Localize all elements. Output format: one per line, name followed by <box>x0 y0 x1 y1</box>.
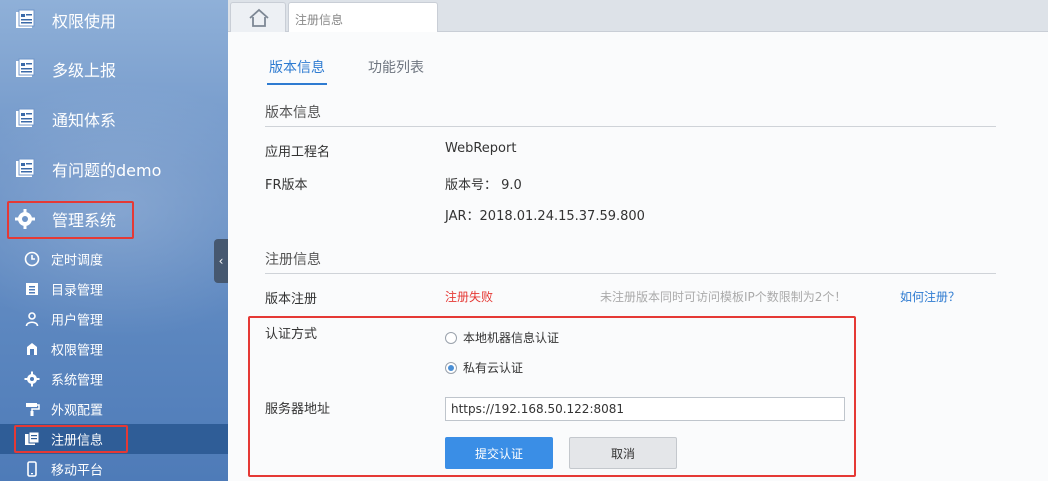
sidebar-item-label: 多级上报 <box>52 61 117 80</box>
cancel-button[interactable]: 取消 <box>569 437 677 469</box>
sidebar-item-label: 有问题的demo <box>52 161 162 180</box>
report-icon <box>16 9 35 28</box>
clock-icon <box>24 251 40 267</box>
permission-icon <box>27 343 37 355</box>
app-name-label: 应用工程名 <box>265 145 331 160</box>
sidebar-collapse-toggle[interactable]: ‹ <box>214 239 228 283</box>
paint-roller-icon <box>26 403 40 416</box>
sidebar-item-problem-demo[interactable]: 有问题的demo <box>0 149 228 189</box>
divider <box>265 273 996 274</box>
fr-version-label: FR版本 <box>265 178 308 193</box>
auth-option-local[interactable]: 本地机器信息认证 <box>445 329 559 346</box>
report-icon <box>16 158 35 177</box>
sidebar-item-label: 系统管理 <box>51 373 104 389</box>
sidebar-item-label: 通知体系 <box>52 111 117 130</box>
submit-auth-button[interactable]: 提交认证 <box>445 437 553 469</box>
sidebar-item-register-info[interactable]: 注册信息 <box>0 424 228 454</box>
sidebar-item-label: 权限使用 <box>52 12 117 31</box>
user-icon <box>25 312 39 327</box>
register-hint: 未注册版本同时可访问模板IP个数限制为2个！ <box>600 290 847 304</box>
server-address-input[interactable] <box>445 397 845 421</box>
sidebar-item-label: 外观配置 <box>51 403 104 419</box>
sidebar-item-permission-use[interactable]: 权限使用 <box>0 0 228 40</box>
report-icon <box>16 58 35 77</box>
tab-label: 注册信息 <box>295 13 344 27</box>
how-to-register-link[interactable]: 如何注册？ <box>900 288 960 305</box>
sidebar-item-scheduled-task[interactable]: 定时调度 <box>0 244 228 274</box>
register-status: 注册失败 <box>445 290 494 304</box>
auth-method-label: 认证方式 <box>265 327 318 342</box>
section-title-version: 版本信息 <box>265 105 321 121</box>
sidebar-item-label: 目录管理 <box>51 283 104 299</box>
auth-option-private-cloud[interactable]: 私有云认证 <box>445 359 523 376</box>
tab-register-info[interactable]: 注册信息 <box>288 2 438 33</box>
sidebar-item-user-management[interactable]: 用户管理 <box>0 304 228 334</box>
report-icon <box>16 108 35 127</box>
section-title-register: 注册信息 <box>265 252 321 268</box>
radio-button[interactable] <box>445 331 457 344</box>
sidebar-item-mobile-platform[interactable]: 移动平台 <box>0 454 228 481</box>
auth-option-label: 本地机器信息认证 <box>463 331 560 345</box>
subtab-feature-list[interactable]: 功能列表 <box>368 57 424 77</box>
sidebar-item-management-system[interactable]: 管理系统 <box>0 199 228 239</box>
folder-icon <box>26 283 38 295</box>
settings-icon <box>24 371 40 387</box>
gear-icon <box>15 209 35 229</box>
fr-version-value: 版本号： 9.0 <box>445 178 522 193</box>
mobile-icon <box>27 461 37 477</box>
tab-bar: 注册信息 <box>228 0 1048 33</box>
sidebar-item-permission-management[interactable]: 权限管理 <box>0 334 228 364</box>
sidebar-item-multilevel-report[interactable]: 多级上报 <box>0 49 228 89</box>
sidebar-item-system-management[interactable]: 系统管理 <box>0 364 228 394</box>
sidebar-item-directory[interactable]: 目录管理 <box>0 274 228 304</box>
app-name-value: WebReport <box>445 141 517 156</box>
version-register-label: 版本注册 <box>265 292 318 307</box>
sidebar-item-label: 权限管理 <box>51 343 104 359</box>
jar-version-value: JAR：2018.01.24.15.37.59.800 <box>445 209 645 224</box>
sidebar-item-label: 移动平台 <box>51 463 104 479</box>
register-icon <box>25 431 40 445</box>
sidebar-item-label: 用户管理 <box>51 313 104 329</box>
button-label: 取消 <box>610 446 635 461</box>
auth-option-label: 私有云认证 <box>463 361 524 375</box>
main-content: 版本信息 功能列表 版本信息 应用工程名 WebReport FR版本 版本号：… <box>228 32 1048 481</box>
chevron-left-icon: ‹ <box>218 254 224 268</box>
tab-home[interactable] <box>230 2 286 32</box>
sidebar-item-notification[interactable]: 通知体系 <box>0 99 228 139</box>
sidebar-item-label: 管理系统 <box>52 211 117 230</box>
sidebar-item-appearance[interactable]: 外观配置 <box>0 394 228 424</box>
divider <box>265 126 996 127</box>
radio-button[interactable] <box>445 361 457 374</box>
home-icon <box>249 8 269 27</box>
server-address-label: 服务器地址 <box>265 402 331 417</box>
subtab-version-info[interactable]: 版本信息 <box>267 57 327 85</box>
button-label: 提交认证 <box>474 446 523 461</box>
sidebar-item-label: 定时调度 <box>51 253 104 269</box>
sidebar-item-label: 注册信息 <box>51 433 104 449</box>
sidebar: 权限使用 多级上报 通知体系 有问题的demo 管理系统 定时调度 目录管理 用… <box>0 0 228 481</box>
